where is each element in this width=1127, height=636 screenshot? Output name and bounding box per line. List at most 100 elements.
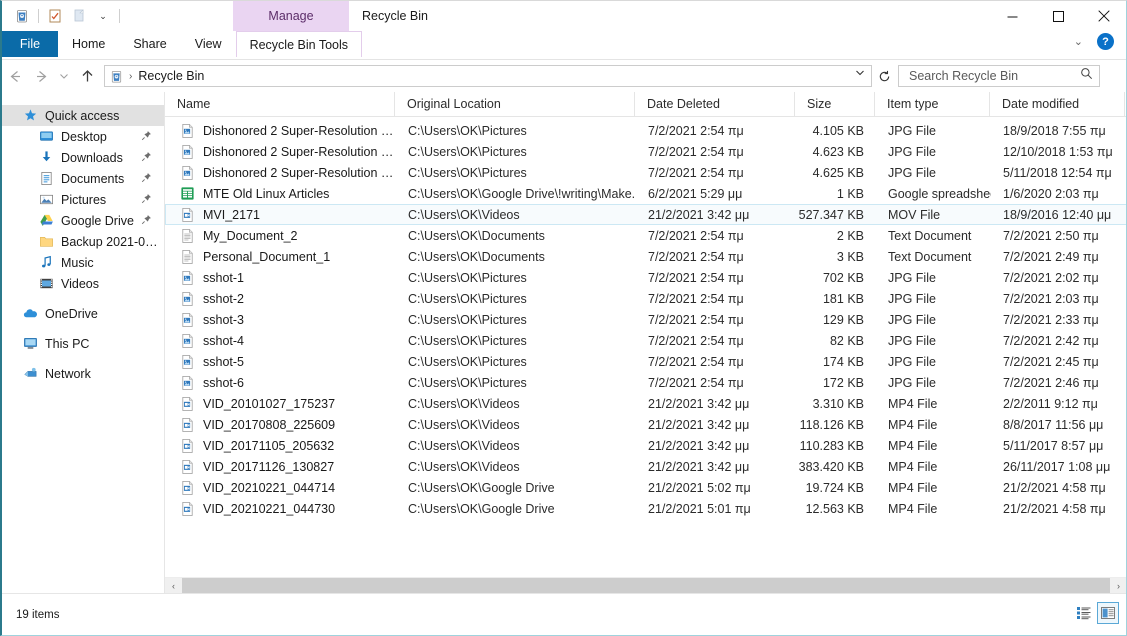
navigation-pane[interactable]: Quick access Desktop Downloads Documents…: [2, 92, 165, 594]
table-row[interactable]: Dishonored 2 Super-Resolution 201... C:\U…: [165, 120, 1126, 141]
cell-name: sshot-4: [166, 331, 396, 350]
large-icons-view-button[interactable]: [1097, 602, 1119, 624]
horizontal-scrollbar[interactable]: ‹ ›: [165, 577, 1126, 595]
back-button[interactable]: [2, 63, 28, 89]
table-row[interactable]: sshot-5 C:\Users\OK\Pictures 7/2/2021 2:54…: [165, 351, 1126, 372]
search-input[interactable]: [907, 68, 1075, 84]
table-row[interactable]: MTE Old Linux Articles C:\Users\OK\Google…: [165, 183, 1126, 204]
tab-view[interactable]: View: [181, 31, 236, 57]
table-row[interactable]: sshot-2 C:\Users\OK\Pictures 7/2/2021 2:54…: [165, 288, 1126, 309]
file-name-label: Dishonored 2 Super-Resolution 201...: [203, 165, 396, 180]
pin-icon[interactable]: [141, 151, 152, 165]
recent-locations-icon[interactable]: [54, 63, 74, 89]
refresh-button[interactable]: [872, 65, 896, 87]
tab-share[interactable]: Share: [119, 31, 180, 57]
search-box[interactable]: [898, 65, 1100, 87]
search-icon[interactable]: [1080, 67, 1093, 85]
table-row[interactable]: sshot-3 C:\Users\OK\Pictures 7/2/2021 2:54…: [165, 309, 1126, 330]
column-header-date-deleted[interactable]: Date Deleted: [635, 91, 795, 117]
file-name-label: sshot-5: [203, 354, 244, 369]
sidebar-label: Backup 2021-02-07: [61, 234, 164, 249]
table-row[interactable]: sshot-6 C:\Users\OK\Pictures 7/2/2021 2:54…: [165, 372, 1126, 393]
sidebar-item-desktop[interactable]: Desktop: [2, 126, 164, 147]
column-header-size[interactable]: Size: [795, 91, 875, 117]
cell-original-location: C:\Users\OK\Pictures: [408, 354, 527, 369]
sidebar-label: Google Drive: [61, 213, 134, 228]
table-row[interactable]: MVI_2171 C:\Users\OK\Videos 21/2/2021 3:42…: [165, 204, 1126, 225]
pin-icon[interactable]: [141, 172, 152, 186]
sidebar-item-network[interactable]: Network: [2, 363, 164, 384]
sidebar-item-documents[interactable]: Documents: [2, 168, 164, 189]
cell-date-modified: 5/11/2017 8:57 μμ: [1003, 438, 1104, 453]
address-dropdown-icon[interactable]: [855, 69, 865, 80]
cell-item-type: JPG File: [888, 291, 936, 306]
cell-date-modified: 21/2/2021 4:58 πμ: [1003, 501, 1106, 516]
scroll-left-arrow[interactable]: ‹: [165, 577, 182, 595]
tab-file[interactable]: File: [2, 31, 58, 57]
table-row[interactable]: Dishonored 2 Super-Resolution 201... C:\U…: [165, 162, 1126, 183]
sidebar-item-this-pc[interactable]: This PC: [2, 333, 164, 354]
file-name-label: MVI_2171: [203, 207, 260, 222]
cell-item-type: JPG File: [888, 123, 936, 138]
column-header-date-modified[interactable]: Date modified: [990, 91, 1125, 117]
google-drive-icon: [38, 213, 54, 229]
address-bar[interactable]: › Recycle Bin: [104, 65, 872, 87]
cell-item-type: Text Document: [888, 249, 972, 264]
collapse-ribbon-icon[interactable]: ⌄: [1068, 33, 1089, 50]
up-button[interactable]: [74, 63, 100, 89]
table-row[interactable]: VID_20101027_175237 C:\Users\OK\Videos 21/…: [165, 393, 1126, 414]
breadcrumb-path[interactable]: Recycle Bin: [138, 69, 204, 83]
recycle-bin-properties-icon[interactable]: [11, 5, 33, 27]
minimize-button[interactable]: [989, 1, 1035, 31]
properties-icon[interactable]: [44, 5, 66, 27]
column-header-name[interactable]: ⌃ Name: [165, 91, 395, 117]
customize-qat-chevron-icon[interactable]: ⌄: [92, 5, 114, 27]
ribbon-right-controls: ⌄ ?: [1068, 33, 1122, 50]
sidebar-item-google-drive[interactable]: Google Drive: [2, 210, 164, 231]
sidebar-item-music[interactable]: Music: [2, 252, 164, 273]
table-row[interactable]: sshot-4 C:\Users\OK\Pictures 7/2/2021 2:54…: [165, 330, 1126, 351]
details-view-button[interactable]: [1073, 602, 1095, 624]
table-row[interactable]: VID_20171105_205632 C:\Users\OK\Videos 21/…: [165, 435, 1126, 456]
sidebar-item-downloads[interactable]: Downloads: [2, 147, 164, 168]
table-row[interactable]: VID_20170808_225609 C:\Users\OK\Videos 21/…: [165, 414, 1126, 435]
close-button[interactable]: [1081, 1, 1126, 31]
column-header-original-location[interactable]: Original Location: [395, 91, 635, 117]
cell-date-deleted: 7/2/2021 2:54 πμ: [648, 312, 744, 327]
table-row[interactable]: VID_20171126_130827 C:\Users\OK\Videos 21/…: [165, 456, 1126, 477]
column-header-item-type[interactable]: Item type: [875, 91, 990, 117]
table-row[interactable]: sshot-1 C:\Users\OK\Pictures 7/2/2021 2:54…: [165, 267, 1126, 288]
help-icon[interactable]: ?: [1097, 33, 1114, 50]
sidebar-item-onedrive[interactable]: OneDrive: [2, 303, 164, 324]
sidebar-item-quick-access[interactable]: Quick access: [2, 105, 164, 126]
scroll-right-arrow[interactable]: ›: [1110, 577, 1126, 595]
pin-icon[interactable]: [141, 130, 152, 144]
jpg-file-icon: [179, 375, 195, 391]
tab-recycle-bin-tools[interactable]: Recycle Bin Tools: [235, 31, 363, 57]
cell-item-type: JPG File: [888, 333, 936, 348]
file-rows[interactable]: Dishonored 2 Super-Resolution 201... C:\U…: [165, 117, 1126, 594]
table-row[interactable]: VID_20210221_044730 C:\Users\OK\Google Dr…: [165, 498, 1126, 519]
cell-item-type: MP4 File: [888, 459, 938, 474]
empty-recycle-bin-icon[interactable]: [68, 5, 90, 27]
cell-size: 383.420 KB: [798, 459, 864, 474]
table-row[interactable]: VID_20210221_044714 C:\Users\OK\Google Dr…: [165, 477, 1126, 498]
scrollbar-thumb[interactable]: [182, 577, 1110, 595]
tab-home[interactable]: Home: [58, 31, 119, 57]
table-row[interactable]: My_Document_2 C:\Users\OK\Documents 7/2/20…: [165, 225, 1126, 246]
sidebar-item-pictures[interactable]: Pictures: [2, 189, 164, 210]
pictures-icon: [38, 192, 54, 208]
cell-original-location: C:\Users\OK\Pictures: [408, 270, 527, 285]
sort-ascending-icon: ⌃: [276, 92, 284, 96]
pin-icon[interactable]: [141, 214, 152, 228]
forward-button[interactable]: [28, 63, 54, 89]
sidebar-item-videos[interactable]: Videos: [2, 273, 164, 294]
jpg-file-icon: [179, 144, 195, 160]
maximize-button[interactable]: [1035, 1, 1081, 31]
table-row[interactable]: Dishonored 2 Super-Resolution 201... C:\U…: [165, 141, 1126, 162]
pin-icon[interactable]: [141, 193, 152, 207]
sidebar-item-backup-2021-02-07[interactable]: Backup 2021-02-07: [2, 231, 164, 252]
item-count-label: 19 items: [16, 608, 60, 621]
table-row[interactable]: Personal_Document_1 C:\Users\OK\Documents…: [165, 246, 1126, 267]
cell-size: 1 KB: [836, 186, 864, 201]
